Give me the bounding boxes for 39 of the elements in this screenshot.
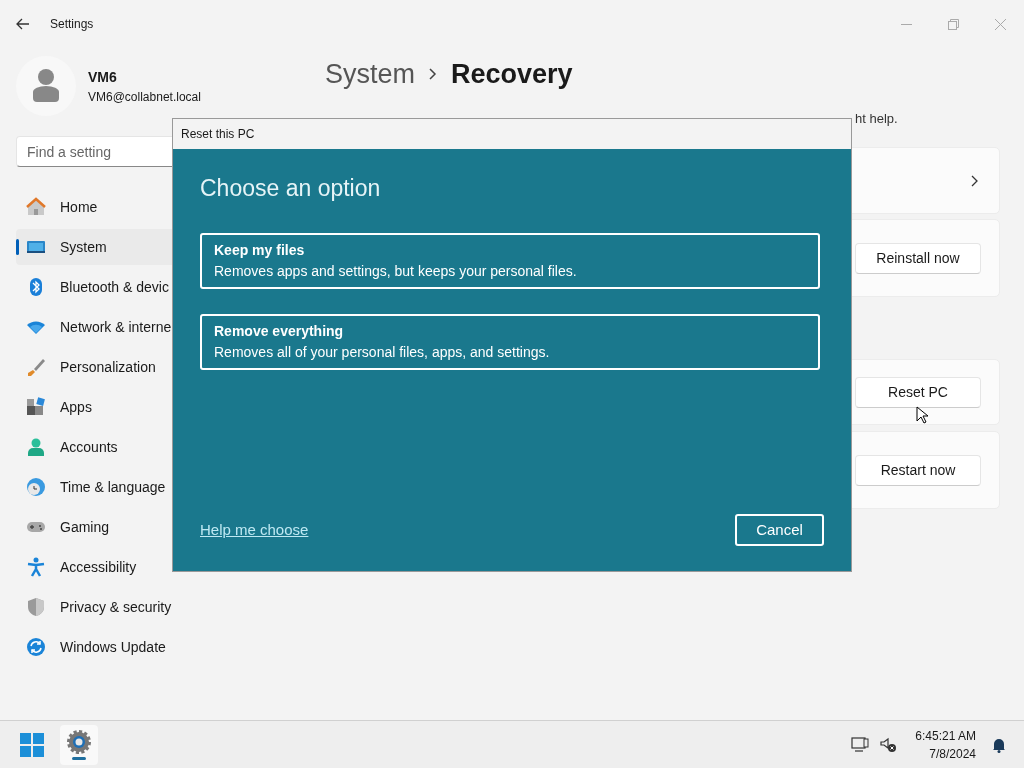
breadcrumb-parent[interactable]: System bbox=[325, 53, 416, 95]
action-button[interactable]: Restart now bbox=[855, 454, 981, 486]
network-icon[interactable] bbox=[851, 736, 870, 753]
notification-bell-icon[interactable] bbox=[992, 736, 1006, 753]
action-button[interactable]: Reinstall now bbox=[855, 242, 981, 274]
sidebar-item[interactable]: Apps bbox=[16, 389, 300, 425]
sidebar-item[interactable]: Accounts bbox=[16, 429, 300, 465]
clock-globe-icon bbox=[26, 477, 46, 497]
sidebar-item[interactable]: Accessibility bbox=[16, 549, 300, 585]
dialog-heading: Choose an option bbox=[200, 174, 382, 203]
accessibility-icon bbox=[26, 557, 46, 577]
shield-icon bbox=[26, 597, 46, 617]
paintbrush-icon bbox=[26, 357, 46, 377]
option-button[interactable]: Remove everything Removes all of your personal files, apps, and settings. bbox=[200, 313, 820, 370]
cancel-button[interactable]: Cancel bbox=[735, 514, 824, 546]
account-email: VM6@collabnet.local bbox=[88, 88, 201, 106]
sidebar-item[interactable]: Privacy & security bbox=[16, 589, 300, 625]
sidebar-item[interactable]: Time & language bbox=[16, 469, 300, 505]
settings-taskbar-button[interactable] bbox=[60, 724, 98, 765]
chevron-icon bbox=[429, 68, 438, 80]
chevron-right-icon bbox=[971, 174, 978, 187]
description-text: ht help. bbox=[855, 110, 898, 129]
action-button[interactable]: Reset PC bbox=[855, 376, 981, 408]
home-icon bbox=[26, 197, 46, 217]
page-title: Recovery bbox=[451, 57, 573, 91]
sync-icon bbox=[26, 637, 46, 657]
sidebar-item[interactable]: Windows Update bbox=[16, 629, 300, 665]
window-title: Settings bbox=[50, 16, 94, 33]
person-icon bbox=[26, 437, 46, 457]
apps-icon bbox=[26, 397, 46, 417]
clock-time[interactable]: 6:45:21 AM bbox=[915, 726, 976, 745]
clock-date[interactable]: 7/8/2024 bbox=[929, 744, 976, 763]
help-link[interactable]: Help me choose bbox=[200, 518, 309, 542]
start-icon[interactable] bbox=[20, 732, 44, 757]
muted-speaker-icon[interactable] bbox=[879, 736, 898, 753]
account-name: VM6 bbox=[88, 67, 118, 87]
gear-icon bbox=[66, 729, 92, 755]
option-button[interactable]: Keep my files Removes apps and settings, but keeps your personal files. bbox=[200, 232, 820, 289]
back-icon[interactable] bbox=[16, 18, 30, 30]
